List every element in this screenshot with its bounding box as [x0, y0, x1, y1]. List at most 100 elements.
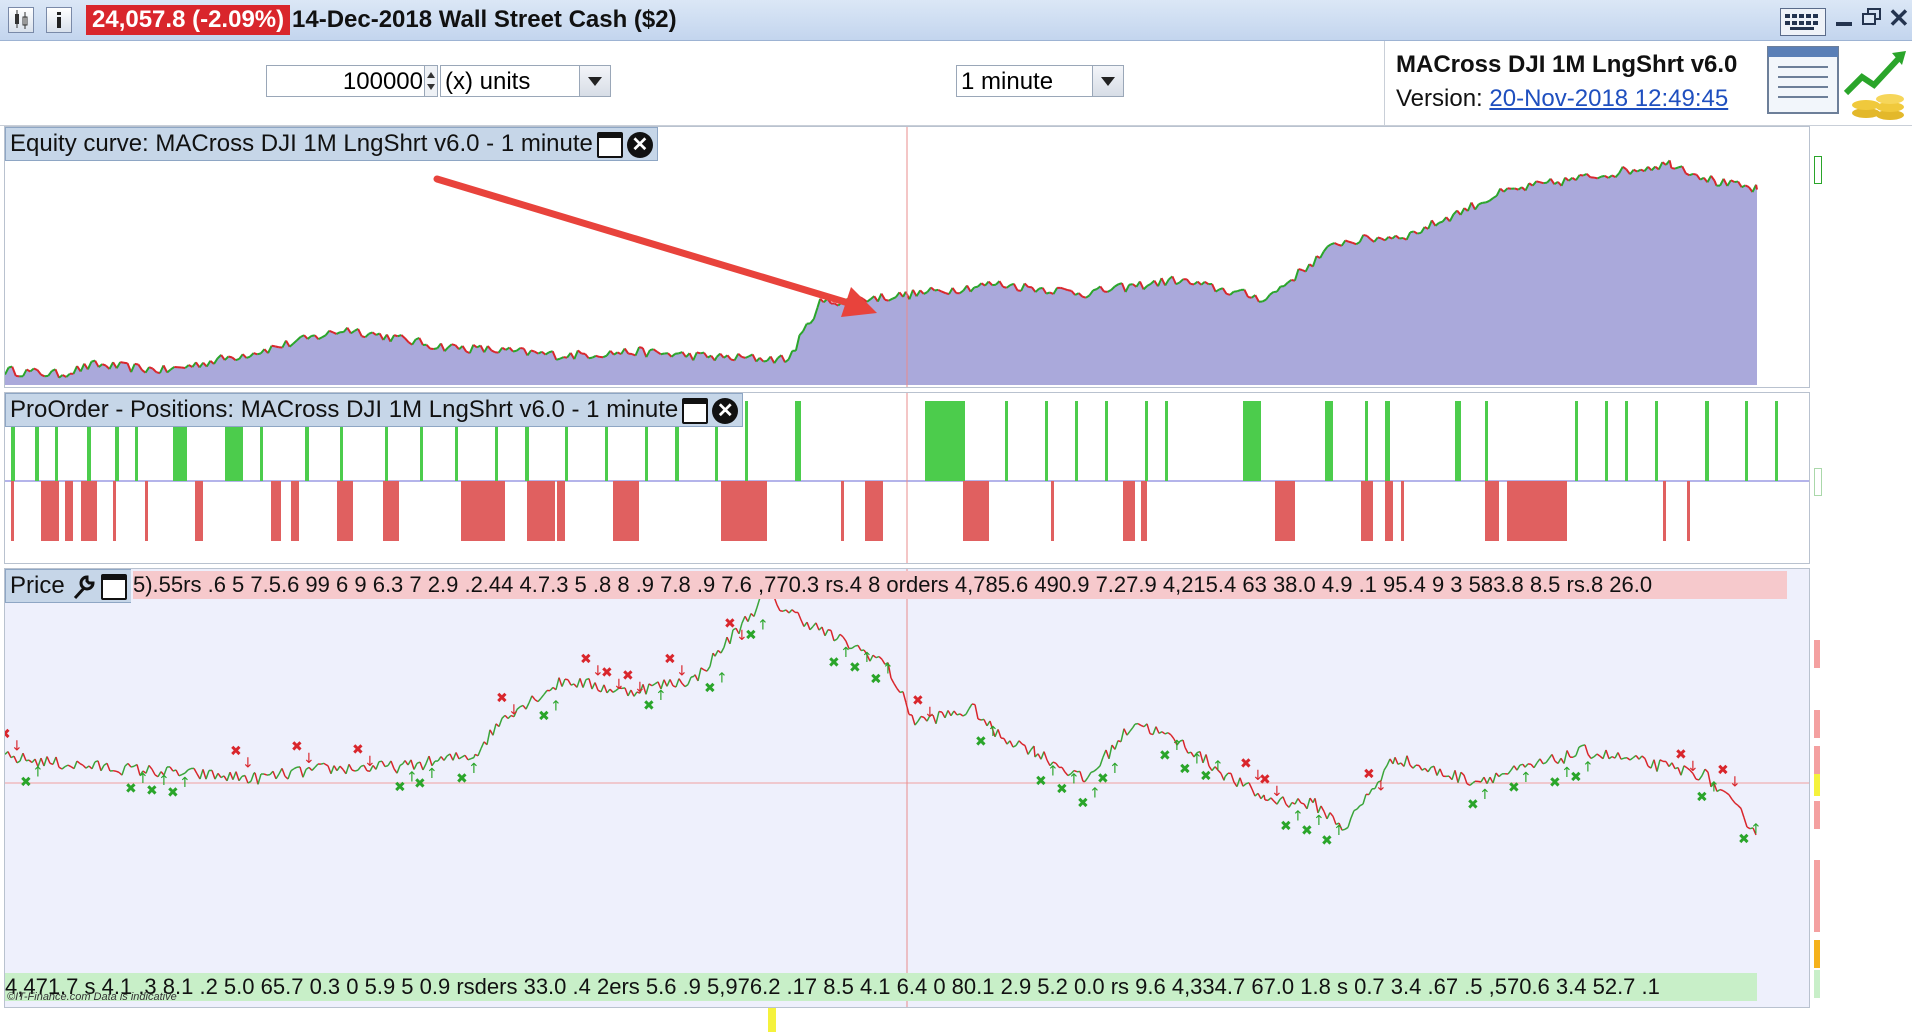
equity-segment	[1236, 288, 1242, 293]
close-icon[interactable]: ✕	[712, 397, 739, 424]
chevron-down-icon[interactable]	[1092, 66, 1123, 96]
entry-arrow-marker: ↑	[1109, 761, 1121, 777]
keyboard-icon[interactable]	[1780, 8, 1826, 36]
price-segment	[911, 714, 916, 726]
price-segment	[723, 636, 728, 648]
price-panel-label: Price	[10, 572, 65, 599]
price-segment	[235, 771, 240, 781]
price-segment	[28, 759, 33, 764]
price-segment	[528, 695, 533, 704]
buy-marker: ✖	[1159, 748, 1171, 764]
price-segment	[464, 754, 469, 761]
positions-current-value	[1814, 468, 1822, 496]
price-segment	[950, 710, 955, 717]
version-label: Version:	[1396, 85, 1483, 112]
price-segment	[25, 759, 30, 762]
long-position-bar	[1243, 401, 1261, 481]
entry-arrow-marker: ↑	[468, 761, 480, 777]
price-segment	[193, 768, 198, 775]
price-segment	[1326, 812, 1331, 820]
price-segment	[1439, 768, 1444, 777]
minimize-icon[interactable]	[1836, 22, 1852, 26]
price-segment	[1158, 731, 1163, 735]
price-segment	[1383, 765, 1388, 771]
short-position-bar	[1123, 481, 1135, 541]
units-select[interactable]: (x) units	[440, 65, 611, 97]
info-icon[interactable]	[46, 7, 72, 33]
version-date-link[interactable]: 20-Nov-2018 12:49:45	[1489, 85, 1728, 112]
price-segment	[327, 765, 332, 774]
candlestick-icon[interactable]	[8, 7, 34, 33]
quantity-input[interactable]: 100000	[266, 65, 438, 97]
price-segment	[1152, 726, 1157, 735]
equity-segment	[246, 355, 251, 359]
sell-marker: ✖	[291, 739, 303, 755]
quantity-value: 100000	[342, 68, 423, 95]
short-position-bar	[383, 481, 399, 541]
price-segment	[1084, 776, 1089, 782]
equity-current-value	[1814, 156, 1822, 184]
equity-segment	[638, 346, 643, 349]
buy-marker: ✖	[1035, 773, 1047, 789]
price-segment	[558, 677, 563, 687]
short-position-bar	[865, 481, 883, 541]
price-segment	[82, 764, 87, 769]
price-segment	[1202, 754, 1207, 764]
close-icon[interactable]: ✕	[626, 131, 653, 158]
price-segment	[229, 771, 234, 780]
quantity-stepper[interactable]	[424, 66, 437, 96]
price-segment	[842, 636, 847, 642]
price-segment	[324, 763, 329, 767]
price-segment	[1239, 777, 1244, 787]
price-segment	[263, 773, 268, 776]
buy-marker: ✖	[1570, 770, 1582, 786]
buy-marker: ✖	[538, 708, 550, 724]
timeframe-select[interactable]: 1 minute	[956, 65, 1124, 97]
equity-segment	[941, 290, 946, 294]
window-icon[interactable]	[101, 573, 128, 600]
price-segment	[1659, 759, 1664, 763]
chevron-down-icon[interactable]	[579, 66, 610, 96]
price-segment	[687, 676, 692, 685]
equity-segment	[1128, 283, 1133, 286]
price-segment	[1457, 772, 1462, 783]
price-segment	[1406, 755, 1411, 766]
price-segment	[1356, 805, 1361, 810]
price-segment	[437, 756, 442, 762]
price-segment	[681, 682, 686, 688]
wrench-icon[interactable]	[71, 573, 97, 601]
buy-marker: ✖	[975, 734, 987, 750]
price-segment	[184, 769, 189, 774]
price-segment	[336, 765, 341, 772]
price-segment	[1632, 754, 1637, 759]
price-segment	[1386, 758, 1391, 766]
window-icon[interactable]	[682, 397, 709, 424]
price-segment	[1507, 769, 1512, 775]
equity-segment	[696, 351, 701, 355]
price-level-tag	[1814, 746, 1820, 774]
short-position-bar	[1361, 481, 1373, 541]
equity-segment	[101, 363, 107, 367]
price-segment	[1040, 751, 1045, 760]
entry-arrow-marker: ↑	[426, 766, 438, 782]
short-position-bar	[963, 481, 989, 541]
sell-marker: ✖	[724, 616, 736, 632]
window-icon[interactable]	[596, 131, 623, 158]
price-segment	[1155, 726, 1160, 734]
price-segment	[97, 760, 102, 771]
entry-arrow-marker: ↑	[1089, 785, 1101, 801]
price-segment	[600, 684, 605, 693]
equity-segment	[1438, 220, 1443, 224]
exit-arrow-marker: ↓	[303, 751, 315, 767]
trading-system-icon[interactable]	[1762, 43, 1910, 123]
close-icon[interactable]: ✕	[1888, 5, 1910, 31]
equity-segment	[512, 349, 517, 353]
system-name: MACross DJI 1M LngShrt v6.0	[1396, 51, 1738, 78]
buy-marker: ✖	[394, 780, 406, 796]
price-segment	[1257, 792, 1262, 800]
price-segment	[55, 756, 60, 768]
restore-icon[interactable]	[1862, 8, 1882, 26]
price-segment	[1412, 764, 1417, 769]
positions-panel: ProOrder - Positions: MACross DJI 1M Lng…	[4, 392, 1810, 564]
entry-arrow-marker: ↑	[1708, 780, 1720, 796]
